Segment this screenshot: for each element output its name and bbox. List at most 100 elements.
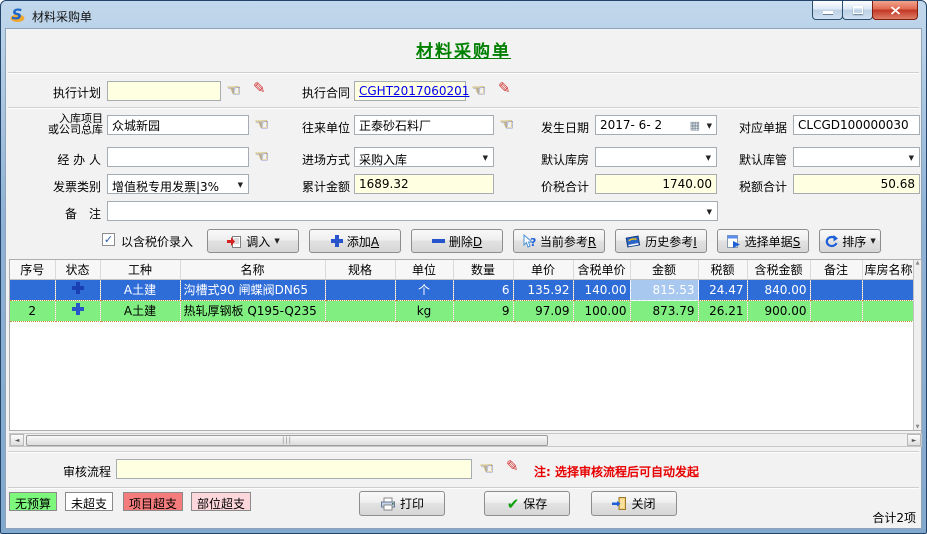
entry-mode-select[interactable]: 采购入库 ▼ xyxy=(354,147,494,167)
exec-contract-link[interactable]: CGHT2017060201 xyxy=(359,84,469,98)
handler-picker-hand-icon[interactable]: ☜ xyxy=(254,148,268,164)
maximize-button[interactable] xyxy=(842,1,873,20)
exec-plan-edit-pencil-icon[interactable]: ✎ xyxy=(253,81,266,96)
approval-flow-input[interactable] xyxy=(116,459,472,479)
current-reference-button[interactable]: ? 当前参考R xyxy=(513,229,605,253)
calendar-dropdown-arrow-icon[interactable]: ▼ xyxy=(707,122,712,130)
cell-warehouse[interactable] xyxy=(862,279,915,300)
cell-price-with-tax[interactable]: 100.00 xyxy=(573,300,630,321)
accum-amount-input[interactable] xyxy=(354,174,494,194)
scroll-right-button[interactable]: ► xyxy=(907,434,921,446)
print-button[interactable]: 打印 xyxy=(359,491,445,516)
tax-entry-checkbox[interactable]: ✓ xyxy=(102,233,115,246)
cell-amount-with-tax[interactable]: 900.00 xyxy=(747,300,810,321)
add-row-button[interactable]: 添加A xyxy=(309,229,401,253)
cell-status[interactable] xyxy=(55,300,100,321)
cell-qty[interactable]: 6 xyxy=(453,279,513,300)
select-document-icon xyxy=(726,234,741,249)
cell-price-with-tax[interactable]: 140.00 xyxy=(573,279,630,300)
close-button[interactable] xyxy=(872,1,918,20)
svg-text:?: ? xyxy=(530,236,536,249)
col-warehouse: 库房名称 xyxy=(862,260,915,279)
default-warehouse-select[interactable]: ▼ xyxy=(595,147,717,167)
counterparty-input[interactable] xyxy=(354,115,494,135)
counterparty-picker-hand-icon[interactable]: ☜ xyxy=(499,116,513,132)
scroll-left-icon: ◄ xyxy=(15,437,20,444)
cell-spec[interactable] xyxy=(325,279,395,300)
scroll-down-icon[interactable]: ▼ xyxy=(916,424,920,430)
maximize-icon xyxy=(853,6,863,14)
tax-total-input[interactable] xyxy=(793,174,920,194)
cell-qty[interactable]: 9 xyxy=(453,300,513,321)
scroll-left-button[interactable]: ◄ xyxy=(10,434,24,446)
cell-unit[interactable]: kg xyxy=(395,300,453,321)
select-document-button[interactable]: 选择单据S xyxy=(717,229,809,253)
dropdown-arrow-icon: ▼ xyxy=(706,154,711,162)
separator xyxy=(8,107,919,109)
exec-plan-label: 执行计划 xyxy=(37,84,101,101)
total-with-tax-input[interactable] xyxy=(595,174,717,194)
dropdown-arrow-icon: ▼ xyxy=(274,237,279,245)
col-spec: 规格 xyxy=(325,260,395,279)
project-picker-hand-icon[interactable]: ☜ xyxy=(254,116,268,132)
project-input[interactable] xyxy=(107,115,249,135)
cell-worktype[interactable]: A土建 xyxy=(100,279,180,300)
scroll-up-icon[interactable]: ▲ xyxy=(916,260,920,266)
cell-amount-active[interactable]: 815.53 xyxy=(630,279,698,300)
remark-combo[interactable]: ▼ xyxy=(107,201,718,221)
cell-amount-with-tax[interactable]: 840.00 xyxy=(747,279,810,300)
col-amount-with-tax: 含税金额 xyxy=(747,260,810,279)
approval-picker-hand-icon[interactable]: ☜ xyxy=(479,460,493,476)
cell-seq[interactable]: 2 xyxy=(10,300,55,321)
col-price: 单价 xyxy=(513,260,573,279)
horizontal-scrollbar[interactable]: ◄ ||| ► xyxy=(9,433,922,447)
cell-seq[interactable] xyxy=(10,279,55,300)
cell-price[interactable]: 97.09 xyxy=(513,300,573,321)
cell-tax[interactable]: 24.47 xyxy=(698,279,747,300)
save-check-icon: ✔ xyxy=(507,497,520,511)
vertical-scrollbar[interactable]: ▲ ▼ xyxy=(913,260,921,430)
cell-tax[interactable]: 26.21 xyxy=(698,300,747,321)
cell-worktype[interactable]: A土建 xyxy=(100,300,180,321)
minimize-button[interactable] xyxy=(812,1,843,20)
doc-no-input[interactable] xyxy=(793,115,920,135)
cell-name[interactable]: 沟槽式90 闸蝶阀DN65 xyxy=(180,279,325,300)
save-button[interactable]: ✔ 保存 xyxy=(484,491,570,516)
cell-remark[interactable] xyxy=(810,279,862,300)
exec-contract-edit-pencil-icon[interactable]: ✎ xyxy=(498,81,511,96)
exec-plan-picker-hand-icon[interactable]: ☜ xyxy=(226,82,240,98)
delete-row-button[interactable]: 删除D xyxy=(411,229,503,253)
cell-warehouse[interactable] xyxy=(862,300,915,321)
import-button[interactable]: 调入 ▼ xyxy=(207,229,299,253)
history-reference-button[interactable]: 历史参考I xyxy=(615,229,707,253)
cell-spec[interactable] xyxy=(325,300,395,321)
calendar-icon[interactable]: ▦ xyxy=(690,119,700,132)
handler-input[interactable] xyxy=(107,147,249,167)
exec-contract-picker-hand-icon[interactable]: ☜ xyxy=(471,82,485,98)
cell-name[interactable]: 热轧厚钢板 Q195-Q235 xyxy=(180,300,325,321)
default-keeper-select[interactable]: ▼ xyxy=(793,147,920,167)
separator xyxy=(8,451,919,453)
exec-plan-input[interactable] xyxy=(107,81,221,101)
close-form-button[interactable]: 关闭 xyxy=(591,491,677,516)
approval-edit-pencil-icon[interactable]: ✎ xyxy=(506,459,519,474)
sort-button[interactable]: 排序 ▼ xyxy=(819,229,881,253)
cell-price[interactable]: 135.92 xyxy=(513,279,573,300)
invoice-type-select[interactable]: 增值税专用发票|3% ▼ xyxy=(107,174,249,194)
table-row[interactable]: 2 A土建 热轧厚钢板 Q195-Q235 kg 9 97.09 100.00 … xyxy=(10,300,915,321)
cell-unit[interactable]: 个 xyxy=(395,279,453,300)
date-value: 2017- 6- 2 xyxy=(600,118,662,132)
col-tax: 税额 xyxy=(698,260,747,279)
cell-remark[interactable] xyxy=(810,300,862,321)
table-row-selected[interactable]: A土建 沟槽式90 闸蝶阀DN65 个 6 135.92 140.00 815.… xyxy=(10,279,915,300)
project-label: 入库项目 或公司总库 xyxy=(27,113,103,135)
date-field[interactable]: 2017- 6- 2 ▦ ▼ xyxy=(595,115,717,135)
exec-contract-field[interactable]: CGHT2017060201 xyxy=(354,81,466,101)
cell-amount[interactable]: 873.79 xyxy=(630,300,698,321)
titlebar[interactable]: S 材料采购单 xyxy=(1,1,926,28)
col-remark: 备注 xyxy=(810,260,862,279)
scrollbar-thumb[interactable]: ||| xyxy=(26,435,548,446)
approval-flow-label: 审核流程 xyxy=(63,463,111,480)
cell-status[interactable] xyxy=(55,279,100,300)
col-amount: 金额 xyxy=(630,260,698,279)
